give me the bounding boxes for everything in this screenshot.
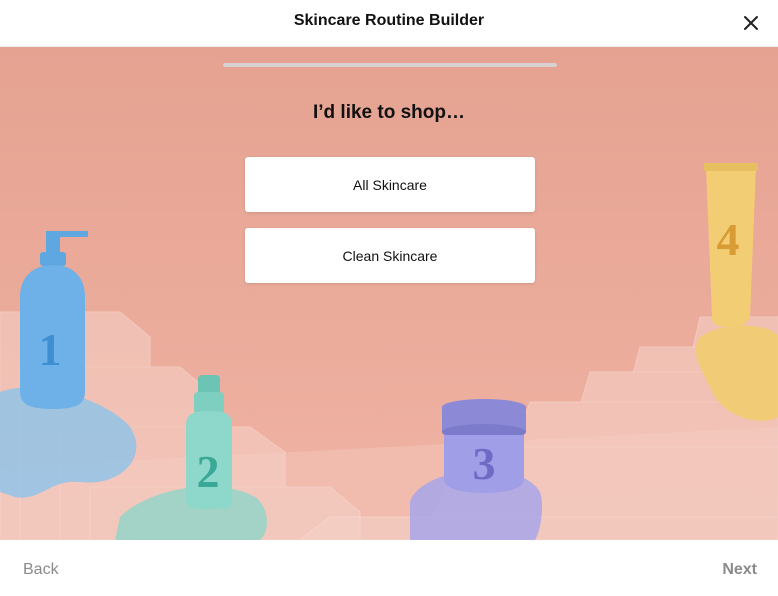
- step-3-number: 3: [473, 438, 496, 489]
- step-4-number: 4: [717, 214, 740, 265]
- option-all-skincare[interactable]: All Skincare: [245, 157, 535, 212]
- footer: Back Next: [0, 540, 778, 596]
- header: Skincare Routine Builder: [0, 0, 778, 47]
- hero-panel: 1 2 3 4 I’d like to shop… All Skincare C…: [0, 47, 778, 540]
- page-title: Skincare Routine Builder: [293, 12, 485, 29]
- question-title: I’d like to shop…: [312, 102, 465, 123]
- close-button[interactable]: [740, 12, 762, 34]
- option-clean-skincare[interactable]: Clean Skincare: [245, 228, 535, 283]
- step-1-number: 1: [39, 324, 62, 375]
- back-button[interactable]: Back: [23, 561, 59, 579]
- next-button[interactable]: Next: [722, 561, 757, 579]
- close-icon: [744, 16, 758, 30]
- step-2-number: 2: [197, 446, 220, 497]
- progress-bar: [223, 63, 557, 67]
